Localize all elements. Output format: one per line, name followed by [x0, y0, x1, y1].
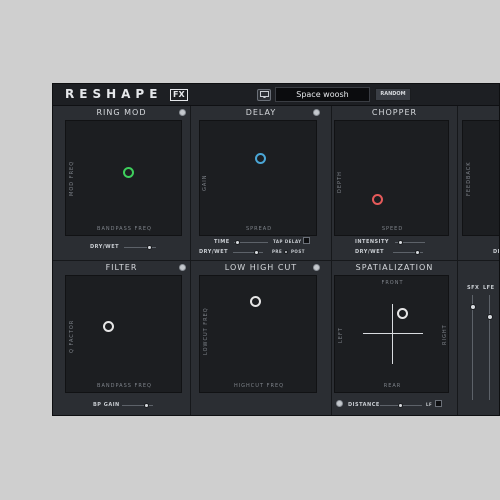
- delay-xy-handle[interactable]: [255, 153, 266, 164]
- tap-delay-toggle[interactable]: [303, 237, 310, 244]
- spatialization-pad[interactable]: FRONT REAR LEFT RIGHT: [334, 275, 449, 393]
- delay-drywet-slider[interactable]: [233, 250, 263, 255]
- mixer-panel: SFX LFE: [458, 261, 499, 415]
- delay-drywet-label: DRY/WET: [199, 249, 229, 255]
- header-bar: RESHAPE FX Space woosh RANDOM: [53, 84, 499, 106]
- distance-knob[interactable]: [398, 403, 403, 408]
- feedback-drywet-label: DR: [493, 249, 499, 255]
- ring-mod-y-axis-label: MOD FREQ: [69, 160, 75, 196]
- distance-label: DISTANCE: [348, 402, 380, 408]
- filter-title: FILTER: [105, 263, 138, 272]
- spatialization-position-handle[interactable]: [397, 308, 408, 319]
- crosshair-vertical: [392, 304, 393, 364]
- front-label: FRONT: [381, 280, 404, 286]
- low-high-cut-xy-handle[interactable]: [250, 296, 261, 307]
- feedback-xy-pad[interactable]: FEEDBACK: [462, 120, 499, 236]
- chopper-drywet-slider[interactable]: [393, 250, 423, 255]
- feedback-panel: FEEDBACK DR: [458, 106, 499, 261]
- right-label: RIGHT: [442, 324, 448, 345]
- filter-xy-pad[interactable]: Q FACTOR BANDPASS FREQ: [65, 275, 182, 393]
- chopper-drywet-label: DRY/WET: [355, 249, 385, 255]
- filter-bpgain-slider[interactable]: [122, 403, 153, 408]
- delay-time-slider[interactable]: [234, 240, 268, 245]
- chopper-intensity-label: INTENSITY: [355, 239, 390, 245]
- low-high-cut-x-axis-label: HIGHCUT FREQ: [233, 383, 285, 389]
- sfx-label: SFX: [467, 285, 480, 291]
- sfx-fader-knob[interactable]: [470, 304, 476, 310]
- ring-mod-power-icon[interactable]: [179, 109, 186, 116]
- filter-bpgain-label: BP GAIN: [93, 402, 120, 408]
- lfe-fader-knob[interactable]: [487, 314, 493, 320]
- delay-panel: DELAY GAIN SPREAD TIME TAP DELAY DRY/WET…: [191, 106, 332, 261]
- ring-mod-x-axis-label: BANDPASS FREQ: [97, 226, 152, 232]
- lfe-fader[interactable]: [487, 295, 493, 400]
- distance-slider[interactable]: [380, 403, 422, 408]
- random-button[interactable]: RANDOM: [375, 88, 411, 101]
- lf-toggle[interactable]: [435, 400, 442, 407]
- chopper-panel: CHOPPER DEPTH SPEED INTENSITY DRY/WET: [332, 106, 458, 261]
- rear-label: REAR: [383, 383, 402, 389]
- low-high-cut-xy-pad[interactable]: LOWCUT FREQ HIGHCUT FREQ: [199, 275, 317, 393]
- preset-name-display[interactable]: Space woosh: [275, 87, 370, 102]
- plugin-window: RESHAPE FX Space woosh RANDOM RING MOD M…: [52, 83, 500, 416]
- delay-pre-post-switch[interactable]: [284, 250, 288, 254]
- left-label: LEFT: [338, 327, 344, 343]
- ring-mod-xy-handle[interactable]: [123, 167, 134, 178]
- ring-mod-drywet-label: DRY/WET: [90, 244, 120, 250]
- app-logo: RESHAPE: [65, 87, 163, 101]
- lfe-label: LFE: [483, 285, 495, 291]
- sfx-fader[interactable]: [470, 295, 476, 400]
- low-high-cut-panel: LOW HIGH CUT LOWCUT FREQ HIGHCUT FREQ: [191, 261, 332, 415]
- chopper-xy-handle[interactable]: [372, 194, 383, 205]
- delay-x-axis-label: SPREAD: [245, 226, 273, 232]
- lf-label: LF: [426, 402, 433, 407]
- ring-mod-drywet-slider[interactable]: [124, 245, 156, 250]
- filter-x-axis-label: BANDPASS FREQ: [97, 383, 152, 389]
- filter-xy-handle[interactable]: [103, 321, 114, 332]
- spatialization-title: SPATIALIZATION: [355, 263, 434, 272]
- chopper-title: CHOPPER: [371, 108, 418, 117]
- feedback-y-axis-label: FEEDBACK: [466, 161, 472, 196]
- filter-y-axis-label: Q FACTOR: [69, 319, 75, 353]
- ring-mod-xy-pad[interactable]: MOD FREQ BANDPASS FREQ: [65, 120, 182, 236]
- delay-drywet-knob[interactable]: [254, 250, 259, 255]
- preset-save-button[interactable]: [257, 89, 271, 101]
- delay-title: DELAY: [245, 108, 277, 117]
- tap-delay-label: TAP DELAY: [273, 239, 302, 244]
- filter-panel: FILTER Q FACTOR BANDPASS FREQ BP GAIN: [53, 261, 191, 415]
- distance-power-icon[interactable]: [336, 400, 343, 407]
- delay-time-label: TIME: [214, 239, 230, 245]
- ring-mod-panel: RING MOD MOD FREQ BANDPASS FREQ DRY/WET: [53, 106, 191, 261]
- filter-bpgain-knob[interactable]: [144, 403, 149, 408]
- low-high-cut-title: LOW HIGH CUT: [224, 263, 298, 272]
- low-high-cut-y-axis-label: LOWCUT FREQ: [203, 307, 209, 355]
- chopper-x-axis-label: SPEED: [381, 226, 404, 232]
- logo-fx-badge: FX: [170, 89, 188, 101]
- chopper-xy-pad[interactable]: DEPTH SPEED: [334, 120, 449, 236]
- chopper-drywet-knob[interactable]: [415, 250, 420, 255]
- delay-time-knob[interactable]: [235, 240, 240, 245]
- spatialization-panel: SPATIALIZATION FRONT REAR LEFT RIGHT DIS…: [332, 261, 458, 415]
- delay-y-axis-label: GAIN: [202, 174, 208, 191]
- filter-power-icon[interactable]: [179, 264, 186, 271]
- delay-power-icon[interactable]: [313, 109, 320, 116]
- delay-post-label: POST: [291, 249, 305, 254]
- delay-xy-pad[interactable]: GAIN SPREAD: [199, 120, 317, 236]
- chopper-intensity-slider[interactable]: [395, 240, 425, 245]
- chopper-y-axis-label: DEPTH: [337, 171, 343, 193]
- preset-icon: [260, 91, 269, 98]
- low-high-cut-power-icon[interactable]: [313, 264, 320, 271]
- ring-mod-title: RING MOD: [96, 108, 147, 117]
- ring-mod-drywet-knob[interactable]: [147, 245, 152, 250]
- chopper-intensity-knob[interactable]: [398, 240, 403, 245]
- delay-pre-label: PRE: [272, 249, 283, 254]
- crosshair-horizontal: [363, 333, 423, 334]
